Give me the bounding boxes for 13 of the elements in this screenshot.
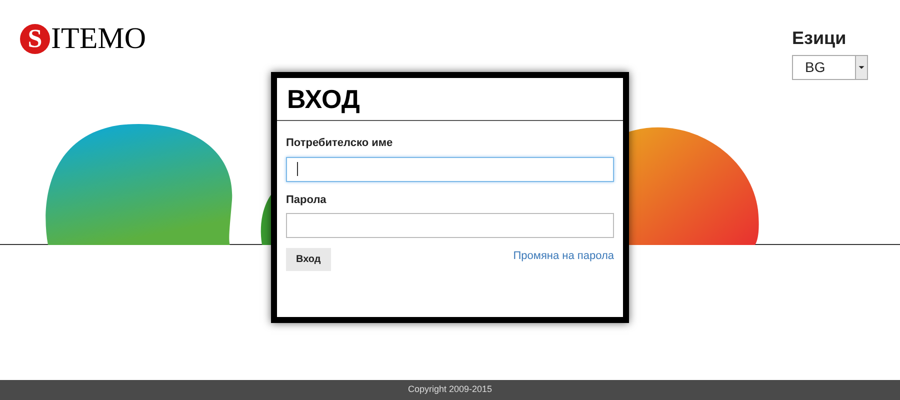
login-button[interactable]: Вход: [286, 248, 331, 271]
change-password-link[interactable]: Промяна на парола: [513, 248, 614, 271]
language-select[interactable]: BG: [792, 55, 868, 80]
input-field[interactable]: [286, 213, 614, 238]
field-label: Потребителско име: [286, 136, 394, 151]
languages-heading: Езици: [792, 28, 846, 48]
field-label: Парола: [286, 192, 328, 208]
input-field[interactable]: [286, 156, 614, 182]
text-cursor: [297, 162, 298, 176]
logo-initial: S: [20, 24, 50, 54]
logo-text: ITEMO: [51, 22, 146, 56]
copyright-text: Copyright 2009-2015: [408, 383, 492, 396]
dialog-title: ВХОД: [287, 84, 360, 114]
